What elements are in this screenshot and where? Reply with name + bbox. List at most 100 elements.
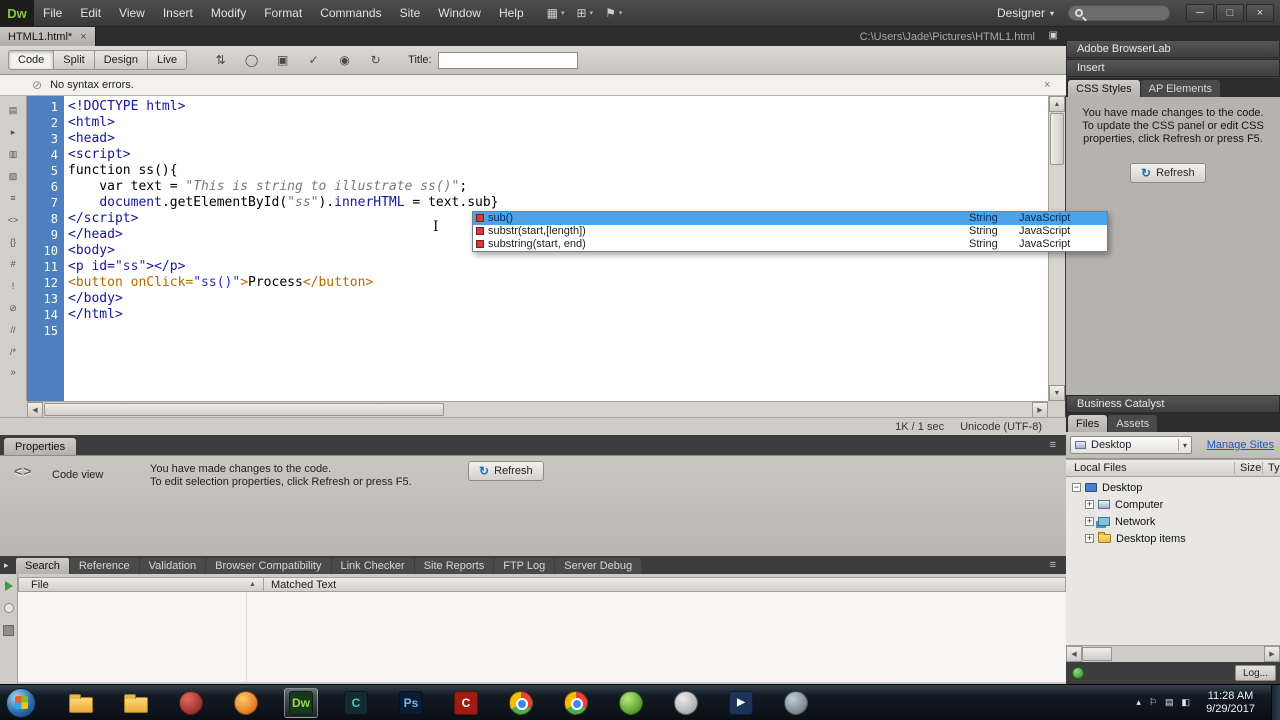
tab-files[interactable]: Files: [1068, 415, 1108, 432]
panel-business-catalyst[interactable]: Business Catalyst: [1066, 395, 1280, 413]
close-button[interactable]: ×: [1246, 4, 1274, 22]
manage-sites-link[interactable]: Manage Sites: [1207, 439, 1274, 451]
view-button-code[interactable]: Code: [8, 50, 55, 70]
tree-item-network[interactable]: + Network: [1066, 513, 1280, 530]
tab-ap-elements[interactable]: AP Elements: [1140, 80, 1221, 97]
scroll-left-icon[interactable]: ◀: [1066, 646, 1082, 662]
document-tab[interactable]: HTML1.html* ×: [0, 27, 96, 46]
save-report-icon[interactable]: [3, 625, 14, 636]
css-refresh-button[interactable]: ↻ Refresh: [1130, 163, 1206, 183]
site-setup-icon[interactable]: ⚑ ▾: [605, 6, 622, 20]
column-local-files[interactable]: Local Files: [1074, 462, 1127, 474]
site-dropdown[interactable]: Desktop ▾: [1070, 436, 1192, 454]
w3c-validation-icon[interactable]: ✓: [303, 51, 324, 70]
menu-help[interactable]: Help: [490, 0, 533, 26]
taskbar-clock[interactable]: 11:28 AM 9/29/2017: [1206, 690, 1255, 716]
expand-box-icon[interactable]: +: [1085, 517, 1094, 526]
menu-modify[interactable]: Modify: [202, 0, 255, 26]
results-tab-ftp-log[interactable]: FTP Log: [494, 558, 555, 574]
taskbar-captivate[interactable]: C: [339, 688, 373, 718]
menu-window[interactable]: Window: [429, 0, 490, 26]
column-file[interactable]: File: [31, 579, 49, 591]
action-center-icon[interactable]: ⚐: [1149, 697, 1157, 708]
column-size[interactable]: Size: [1234, 462, 1261, 474]
apply-comment-icon[interactable]: //: [4, 323, 22, 337]
remove-comment-icon[interactable]: /*: [4, 345, 22, 359]
tab-properties[interactable]: Properties: [4, 438, 77, 455]
refresh-button[interactable]: ↻ Refresh: [468, 461, 544, 481]
results-tab-validation[interactable]: Validation: [139, 558, 206, 574]
line-numbers-icon[interactable]: #: [4, 257, 22, 271]
taskbar-media-player-classic[interactable]: ▶: [724, 688, 758, 718]
tab-css-styles[interactable]: CSS Styles: [1068, 80, 1140, 97]
results-tab-reference[interactable]: Reference: [69, 558, 139, 574]
collapse-box-icon[interactable]: −: [1072, 483, 1081, 492]
taskbar-firefox[interactable]: [229, 688, 263, 718]
results-tab-server-debug[interactable]: Server Debug: [555, 558, 642, 574]
taskbar-gray-sphere-app[interactable]: [669, 688, 703, 718]
syntax-error-alerts-icon[interactable]: ⊘: [4, 301, 22, 315]
tab-close-icon[interactable]: ×: [80, 31, 86, 43]
scroll-right-icon[interactable]: ▶: [1032, 402, 1048, 418]
tree-item-desktop-items[interactable]: + Desktop items: [1066, 530, 1280, 547]
menu-edit[interactable]: Edit: [71, 0, 110, 26]
taskbar-settings-app[interactable]: [779, 688, 813, 718]
taskbar-chrome-1[interactable]: [504, 688, 538, 718]
hidden-icons-arrow[interactable]: ▴: [1136, 697, 1141, 708]
tree-item-desktop[interactable]: − Desktop: [1066, 479, 1280, 496]
taskbar-photoshop[interactable]: Ps: [394, 688, 428, 718]
refresh-design-view-icon[interactable]: ↻: [365, 51, 386, 70]
extend-dreamweaver-icon[interactable]: ⊞ ▾: [576, 6, 593, 20]
balance-braces-icon[interactable]: {}: [4, 235, 22, 249]
open-documents-icon[interactable]: ▤: [4, 103, 22, 117]
taskbar-libraries-folder[interactable]: [119, 688, 153, 718]
tree-item-computer[interactable]: + Computer: [1066, 496, 1280, 513]
scroll-down-icon[interactable]: ▼: [1049, 385, 1065, 401]
horizontal-scrollbar[interactable]: ◀ ▶: [27, 401, 1048, 418]
code-hint-item[interactable]: substr(start,[length]) String JavaScript: [473, 225, 1107, 238]
results-tab-site-reports[interactable]: Site Reports: [414, 558, 494, 574]
results-menu-icon[interactable]: ≡: [1050, 559, 1056, 571]
collapse-full-tag-icon[interactable]: ▥: [4, 147, 22, 161]
panel-adobe-browserlab[interactable]: Adobe BrowserLab: [1066, 40, 1280, 58]
taskbar-windows-explorer[interactable]: [64, 688, 98, 718]
taskbar-aimp-player[interactable]: [174, 688, 208, 718]
menu-format[interactable]: Format: [255, 0, 311, 26]
panel-expander-icon[interactable]: ▸: [4, 560, 9, 571]
log-button[interactable]: Log...: [1234, 665, 1276, 681]
menu-commands[interactable]: Commands: [311, 0, 390, 26]
results-tab-search[interactable]: Search: [16, 558, 69, 574]
show-code-navigator-icon[interactable]: ▸: [4, 125, 22, 139]
taskbar-green-sphere-app[interactable]: [614, 688, 648, 718]
panel-toggle-icon[interactable]: ▣: [1049, 30, 1058, 41]
panel-menu-icon[interactable]: ≡: [1050, 439, 1056, 451]
highlight-invalid-code-icon[interactable]: !: [4, 279, 22, 293]
scroll-right-icon[interactable]: ▶: [1264, 646, 1280, 662]
expand-box-icon[interactable]: +: [1085, 534, 1094, 543]
layout-switcher-icon[interactable]: ▦ ▾: [547, 6, 565, 20]
preview-in-browser-icon[interactable]: ◯: [241, 51, 262, 70]
minimize-button[interactable]: ─: [1186, 4, 1214, 22]
menu-site[interactable]: Site: [391, 0, 430, 26]
workspace-switcher[interactable]: Designer ▾: [997, 6, 1054, 20]
column-type[interactable]: Typ: [1262, 462, 1280, 474]
vertical-scroll-thumb[interactable]: [1050, 113, 1064, 165]
taskbar-chrome-2[interactable]: [559, 688, 593, 718]
expand-box-icon[interactable]: +: [1085, 500, 1094, 509]
taskbar-dreamweaver[interactable]: Dw: [284, 687, 318, 718]
show-desktop-button[interactable]: [1271, 684, 1280, 720]
volume-icon[interactable]: ◧: [1182, 697, 1191, 708]
taskbar-red-c-app[interactable]: C: [449, 688, 483, 718]
files-horizontal-scrollbar[interactable]: ◀ ▶: [1066, 645, 1280, 662]
expand-all-icon[interactable]: ≡: [4, 191, 22, 205]
column-matched-text[interactable]: Matched Text: [271, 579, 336, 591]
start-button[interactable]: [6, 687, 36, 718]
select-parent-tag-icon[interactable]: <>: [4, 213, 22, 227]
code-hint-item[interactable]: substring(start, end) String JavaScript: [473, 238, 1107, 251]
tab-assets[interactable]: Assets: [1108, 415, 1158, 432]
scroll-left-icon[interactable]: ◀: [27, 402, 43, 418]
visual-aids-icon[interactable]: ◉: [334, 51, 355, 70]
title-input[interactable]: [437, 51, 578, 69]
panel-insert[interactable]: Insert: [1066, 59, 1280, 77]
app-search-input[interactable]: [1068, 5, 1170, 21]
